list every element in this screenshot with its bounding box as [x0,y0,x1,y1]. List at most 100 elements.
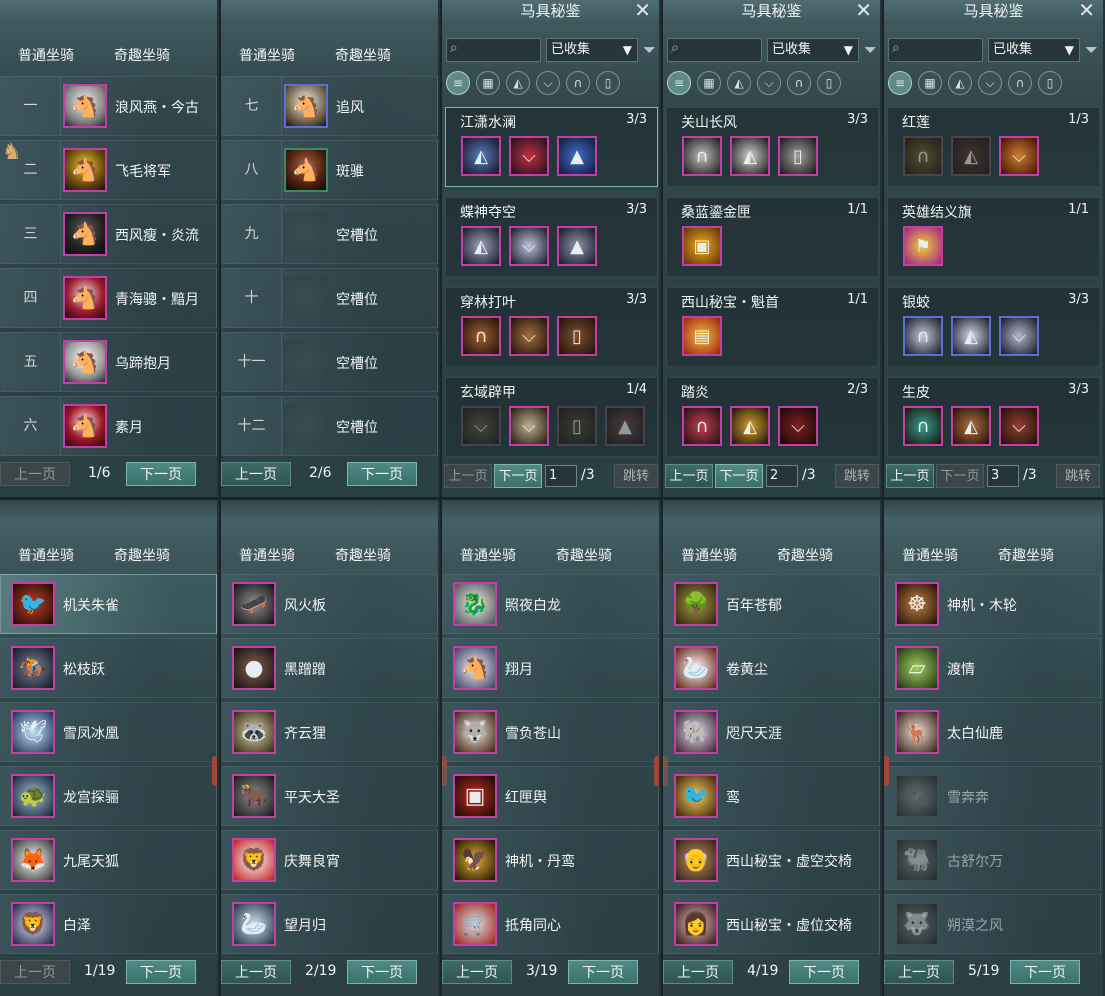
next-page-button[interactable]: 下一页 [936,464,984,488]
tab-normal-mounts[interactable]: 普通坐骑 [18,45,74,65]
page-number-input[interactable]: 3 [987,465,1019,487]
stirrup-piece-icon[interactable]: ▯ [557,406,597,446]
search-input[interactable]: ⌕ [888,38,983,62]
bridle-icon[interactable]: ▯ [596,71,620,95]
bridle-piece-icon[interactable]: ∩ [461,316,501,356]
armor-piece-icon[interactable]: ⌵ [509,226,549,266]
armor-piece-icon[interactable]: ⌵ [509,316,549,356]
next-page-button[interactable]: 下一页 [715,464,763,488]
armor-piece-icon[interactable]: ⌵ [999,406,1039,446]
fun-mount-row[interactable]: 🐴 翔月 [442,638,659,698]
treasure-chest-icon[interactable]: ▣ [682,226,722,266]
fun-mount-row[interactable]: 🕊 雪凤冰凰 [0,702,217,762]
fun-mount-row[interactable]: 🛒 抵角同心 [442,894,659,954]
headgear-piece-icon[interactable]: ▲ [557,226,597,266]
mount-slot[interactable]: 七 🐴 追风 [221,76,438,136]
fun-mount-row[interactable]: 🐦 鸾 [663,766,880,826]
banner-flag-icon[interactable]: ⚑ [903,226,943,266]
gear-set[interactable]: 穿林打叶 3/3 ∩ ⌵ ▯ [445,287,658,367]
list-all-icon[interactable]: ≡ [446,71,470,95]
armor-piece-icon[interactable]: ⌵ [509,136,549,176]
horseshoe-icon[interactable]: ∩ [787,71,811,95]
armor-piece-icon[interactable]: ⌵ [778,406,818,446]
fun-mount-row[interactable]: 🐦 机关朱雀 [0,574,217,634]
collected-filter-select[interactable]: 已收集 ▼ [767,38,859,62]
gear-set[interactable]: 西山秘宝・魁首 1/1 ▤ [666,287,879,367]
bridle-piece-icon[interactable]: ∩ [903,316,943,356]
saddle-piece-icon[interactable]: ◭ [951,316,991,356]
mount-slot[interactable]: 六 🐴 素月 [0,396,217,456]
mount-slot[interactable]: 五 🐴 乌蹄抱月 [0,332,217,392]
armor-piece-icon[interactable]: ⌵ [999,136,1039,176]
armor-icon[interactable]: ⌵ [536,71,560,95]
prev-page-button[interactable]: 上一页 [221,462,291,486]
fun-mount-row[interactable]: 🦁 庆舞良宵 [221,830,438,890]
fun-mount-row[interactable]: 🐾 雪奔奔 [884,766,1101,826]
fun-mount-row[interactable]: 🦝 齐云狸 [221,702,438,762]
next-page-button[interactable]: 下一页 [789,960,859,984]
scroll-icon[interactable]: ▤ [682,316,722,356]
mount-slot[interactable]: 三 🐴 西风瘦・炎流 [0,204,217,264]
gear-set[interactable]: 关山长风 3/3 ∩ ◭ ▯ [666,107,879,187]
filter-icon[interactable]: ⏷ [643,40,656,60]
bridle-piece-icon[interactable]: ∩ [682,136,722,176]
bridle-piece-icon[interactable]: ∩ [903,406,943,446]
next-page-button[interactable]: 下一页 [568,960,638,984]
armor-piece-icon[interactable]: ⌵ [509,406,549,446]
jump-button[interactable]: 跳转 [1056,464,1100,488]
grid-icon[interactable]: ▦ [918,71,942,95]
saddle-piece-icon[interactable]: ◭ [951,406,991,446]
fun-mount-row[interactable]: 🦅 神机・丹鸾 [442,830,659,890]
grid-icon[interactable]: ▦ [476,71,500,95]
horseshoe-icon[interactable]: ∩ [1008,71,1032,95]
fun-mount-row[interactable]: 🦢 望月归 [221,894,438,954]
saddle-icon[interactable]: ◭ [948,71,972,95]
prev-page-button[interactable]: 上一页 [221,960,291,984]
tab-normal-mounts[interactable]: 普通坐骑 [18,545,74,565]
fun-mount-row[interactable]: 🐉 照夜白龙 [442,574,659,634]
tab-fun-mounts[interactable]: 奇趣坐骑 [777,545,833,565]
saddle-icon[interactable]: ◭ [727,71,751,95]
collected-filter-select[interactable]: 已收集 ▼ [546,38,638,62]
gear-set[interactable]: 英雄结义旗 1/1 ⚑ [887,197,1100,277]
mount-slot[interactable]: 四 🐴 青海骢・黯月 [0,268,217,328]
fun-mount-row[interactable]: ▱ 渡情 [884,638,1101,698]
grid-icon[interactable]: ▦ [697,71,721,95]
tab-fun-mounts[interactable]: 奇趣坐骑 [335,545,391,565]
headgear-piece-icon[interactable]: ▲ [605,406,645,446]
gear-set[interactable]: 桑蓝鎏金匣 1/1 ▣ [666,197,879,277]
filter-icon[interactable]: ⏷ [1085,40,1098,60]
close-icon[interactable]: ✕ [855,0,872,22]
next-page-button[interactable]: 下一页 [494,464,542,488]
saddle-piece-icon[interactable]: ◭ [461,136,501,176]
page-number-input[interactable]: 2 [766,465,798,487]
fun-mount-row[interactable]: 🐺 雪负苍山 [442,702,659,762]
fun-mount-row[interactable]: 🦊 九尾天狐 [0,830,217,890]
side-tab-icon[interactable] [884,756,889,786]
gear-set[interactable]: 生皮 3/3 ∩ ◭ ⌵ [887,377,1100,457]
prev-page-button[interactable]: 上一页 [0,462,70,486]
horseshoe-icon[interactable]: ∩ [566,71,590,95]
fun-mount-row[interactable]: 🛹 风火板 [221,574,438,634]
search-input[interactable]: ⌕ [667,38,762,62]
tab-fun-mounts[interactable]: 奇趣坐骑 [114,545,170,565]
prev-page-button[interactable]: 上一页 [0,960,70,984]
close-icon[interactable]: ✕ [1078,0,1095,22]
mount-slot[interactable]: 二 🐴 飞毛将军 [0,140,217,200]
next-page-button[interactable]: 下一页 [347,960,417,984]
tab-fun-mounts[interactable]: 奇趣坐骑 [998,545,1054,565]
bridle-piece-icon[interactable]: ∩ [682,406,722,446]
gear-set[interactable]: 红莲 1/3 ∩ ◭ ⌵ [887,107,1100,187]
mount-slot[interactable]: 九 空槽位 [221,204,438,264]
tab-normal-mounts[interactable]: 普通坐骑 [239,545,295,565]
tab-normal-mounts[interactable]: 普通坐骑 [239,45,295,65]
prev-page-button[interactable]: 上一页 [665,464,713,488]
jump-button[interactable]: 跳转 [835,464,879,488]
bridle-icon[interactable]: ▯ [1038,71,1062,95]
armor-icon[interactable]: ⌵ [757,71,781,95]
saddle-piece-icon[interactable]: ◭ [730,406,770,446]
saddle-icon[interactable]: ◭ [506,71,530,95]
fun-mount-row[interactable]: 🌳 百年苍郁 [663,574,880,634]
prev-page-button[interactable]: 上一页 [442,960,512,984]
armor-icon[interactable]: ⌵ [978,71,1002,95]
